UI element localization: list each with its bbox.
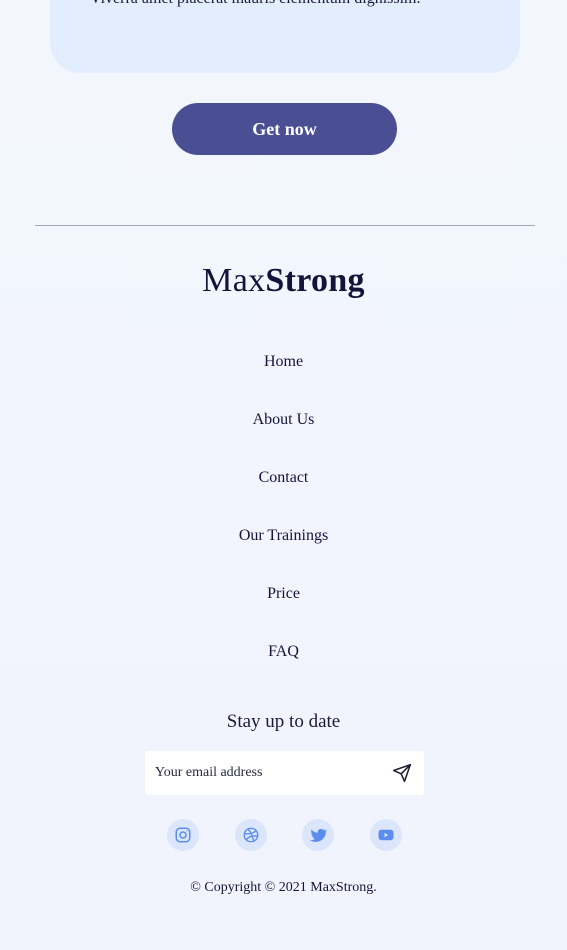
youtube-icon [378,829,394,841]
footer-nav-contact[interactable]: Contact [0,456,567,514]
youtube-link[interactable] [370,819,402,851]
dribbble-link[interactable] [235,819,267,851]
footer-nav-our-trainings[interactable]: Our Trainings [0,514,567,572]
footer-nav-about-us[interactable]: About Us [0,398,567,456]
dribbble-icon [243,827,259,843]
footer-nav-faq[interactable]: FAQ [0,630,567,688]
twitter-icon [309,828,327,842]
footer-logo[interactable]: MaxStrong [0,262,567,300]
paper-plane-icon [392,763,412,783]
logo-bold: Strong [265,262,365,299]
footer-nav-price[interactable]: Price [0,572,567,630]
card-description: Viverra amet placerat mauris elementum d… [90,0,420,8]
newsletter-title: Stay up to date [226,711,341,732]
instagram-icon [175,827,191,843]
twitter-link[interactable] [302,819,334,851]
instagram-link[interactable] [167,819,199,851]
feature-card: Viverra amet placerat mauris elementum d… [50,0,520,73]
copyright-text: © Copyright © 2021 MaxStrong. [190,880,377,895]
get-now-button[interactable]: Get now [172,103,397,155]
send-button[interactable] [388,759,416,787]
logo-light: Max [202,262,266,299]
footer-divider [35,225,535,226]
email-input[interactable] [155,751,375,795]
footer-nav-home[interactable]: Home [0,340,567,398]
footer-nav: Home About Us Contact Our Trainings Pric… [0,340,567,688]
newsletter-form [145,751,424,795]
